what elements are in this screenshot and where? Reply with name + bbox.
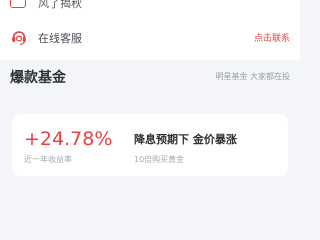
calendar-icon [10, 0, 26, 8]
section-subtitle: 明星基金 大家都在投 [215, 72, 290, 81]
fund-title: 降息预期下 金价暴涨 [134, 133, 237, 146]
service-menu-card: 风了揭秋 在线客服 点击联系 [0, 0, 300, 60]
fund-card[interactable]: +24.78% 近一年收益率 降息预期下 金价暴涨 10倍购买黄金 [12, 114, 288, 176]
headset-icon [10, 28, 28, 46]
menu-item-risk-label: 风了揭秋 [38, 0, 82, 10]
fund-return-label: 近一年收益率 [24, 155, 72, 164]
menu-item-risk[interactable]: 风了揭秋 [0, 0, 300, 14]
menu-item-online-service[interactable]: 在线客服 点击联系 [0, 26, 300, 48]
contact-link[interactable]: 点击联系 [254, 31, 290, 44]
section-title: 爆款基金 [10, 70, 66, 86]
fund-return-value: +24.78% [24, 128, 113, 150]
fund-subtitle: 10倍购买黄金 [134, 155, 185, 164]
hot-funds-header: 爆款基金 明星基金 大家都在投 [0, 60, 300, 92]
menu-item-online-service-label: 在线客服 [38, 32, 82, 45]
